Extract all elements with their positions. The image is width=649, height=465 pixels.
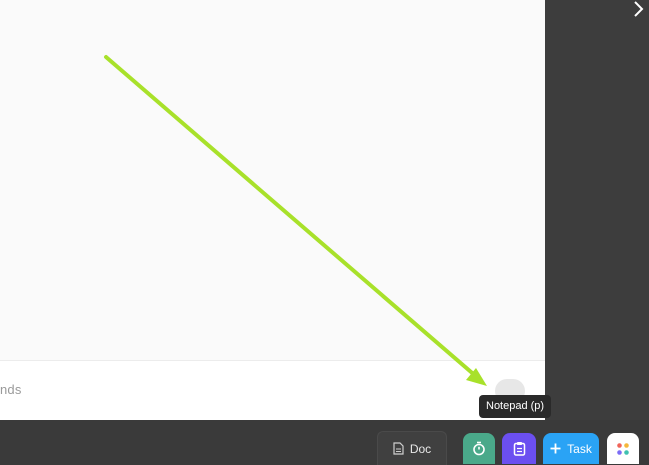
task-button-label: Task (567, 441, 592, 456)
document-icon (393, 442, 404, 455)
doc-button-label: Doc (409, 441, 432, 456)
stopwatch-icon (472, 441, 486, 456)
apps-button[interactable] (607, 433, 639, 464)
plus-icon (550, 443, 561, 454)
right-side-panel (545, 0, 649, 420)
doc-button[interactable]: Doc (377, 431, 447, 465)
add-task-button[interactable]: Task (543, 433, 599, 464)
clipboard-icon (513, 441, 526, 456)
chevron-right-icon[interactable] (631, 0, 645, 18)
main-content-area (0, 0, 545, 360)
command-input-placeholder[interactable]: nds (0, 382, 22, 397)
timer-button[interactable] (463, 433, 495, 464)
command-bar[interactable]: nds (0, 360, 545, 421)
notepad-tooltip: Notepad (p) (479, 395, 552, 418)
apps-grid-icon (616, 442, 630, 456)
notepad-button[interactable] (502, 433, 536, 464)
